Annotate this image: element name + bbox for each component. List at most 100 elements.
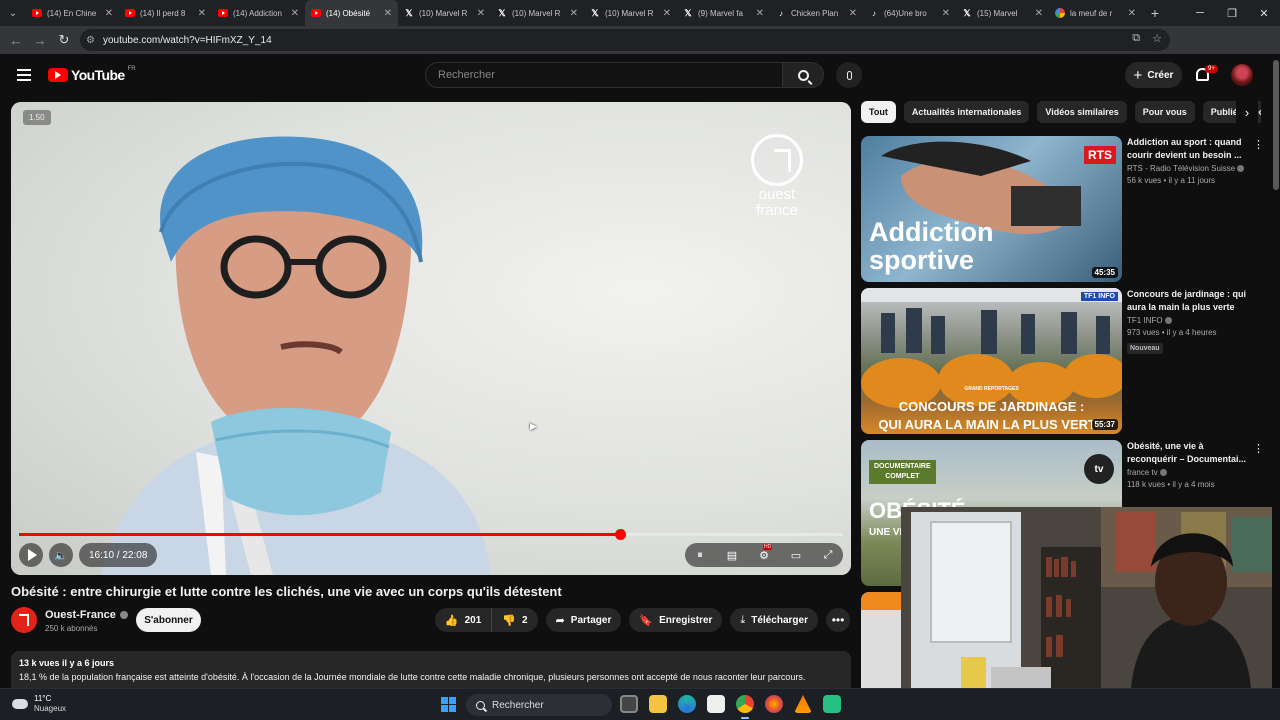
download-icon: ⤓: [740, 613, 746, 626]
scrubber-handle[interactable]: [614, 529, 626, 540]
weather-widget[interactable]: 11°C Nuageux: [12, 694, 66, 714]
tab-close-icon[interactable]: ✕: [1128, 8, 1136, 19]
video-player[interactable]: 1.50 ouest france 🔈 16:10 / 22:08 ⏸ ▤ ⚙ …: [11, 102, 851, 575]
more-options-icon[interactable]: ⋮: [1253, 442, 1264, 455]
tab-search-icon[interactable]: ⌄: [0, 0, 26, 26]
voice-search-button[interactable]: [836, 62, 862, 88]
bookmark-icon: 🔖: [639, 614, 654, 627]
task-view-icon[interactable]: [620, 695, 638, 713]
create-button[interactable]: + Créer: [1125, 62, 1182, 88]
more-actions-button[interactable]: •••: [826, 608, 850, 632]
recommendation-channel[interactable]: RTS - Radio Télévision Suisse: [1127, 164, 1249, 173]
file-explorer-icon[interactable]: [649, 695, 667, 713]
dislike-button[interactable]: 👎 2: [492, 608, 538, 632]
recommendation-item[interactable]: TF1 INFO GRAND REPORTAGES CONCOURS DE JA…: [861, 288, 1261, 434]
video-thumbnail-partial[interactable]: [861, 592, 901, 688]
more-options-icon[interactable]: ⋮: [1253, 138, 1264, 151]
close-window-button[interactable]: ✕: [1248, 0, 1280, 26]
tab-close-icon[interactable]: ✕: [384, 8, 392, 19]
tab-close-icon[interactable]: ✕: [477, 8, 485, 19]
download-button[interactable]: ⤓ Télécharger: [730, 608, 818, 632]
autoplay-toggle-icon[interactable]: ⏸: [691, 549, 709, 562]
tab-close-icon[interactable]: ✕: [1035, 8, 1043, 19]
menu-icon[interactable]: [17, 69, 31, 81]
browser-tab[interactable]: la meuf de r ✕: [1049, 0, 1142, 26]
browser-tab[interactable]: (14) Addiction ✕: [212, 0, 305, 26]
browser-tab[interactable]: ♪ Chicken Plan ✕: [770, 0, 863, 26]
tab-close-icon[interactable]: ✕: [198, 8, 206, 19]
browser-tab[interactable]: (14) En Chine ✕: [26, 0, 119, 26]
app-icon-green[interactable]: [823, 695, 841, 713]
browser-tab[interactable]: 𝕏 (10) Marvel R ✕: [398, 0, 491, 26]
settings-gear-icon[interactable]: ⚙: [755, 543, 773, 562]
minimize-button[interactable]: ─: [1184, 0, 1216, 26]
tab-title: (14) Obésité: [326, 8, 371, 18]
browser-tab[interactable]: 𝕏 (9) Marvel fa ✕: [677, 0, 770, 26]
browser-tab[interactable]: (14) Obésité ✕: [305, 0, 398, 26]
browser-tab[interactable]: 𝕏 (10) Marvel R ✕: [491, 0, 584, 26]
tab-close-icon[interactable]: ✕: [570, 8, 578, 19]
tab-close-icon[interactable]: ✕: [756, 8, 764, 19]
install-app-icon[interactable]: ⧉: [1132, 32, 1140, 45]
page-scrollbar[interactable]: [1272, 54, 1280, 688]
x-icon: 𝕏: [684, 7, 692, 18]
description-box[interactable]: 13 k vues il y a 6 jours 18,1 % de la po…: [11, 651, 851, 688]
playback-speed-badge: 1.50: [23, 110, 51, 125]
browser-tab[interactable]: (14) Il perd 8 ✕: [119, 0, 212, 26]
filter-chip[interactable]: Pour vous: [1134, 101, 1195, 123]
tab-close-icon[interactable]: ✕: [291, 8, 299, 19]
theater-mode-icon[interactable]: ▭: [787, 549, 805, 562]
video-thumbnail[interactable]: RTS Addiction sportive 45:35: [861, 136, 1122, 282]
search-input[interactable]: Rechercher: [425, 62, 783, 88]
subtitles-icon[interactable]: ▤: [723, 549, 741, 562]
search-icon: [476, 700, 485, 710]
youtube-logo[interactable]: YouTube FR: [48, 66, 136, 83]
recommendation-item[interactable]: RTS Addiction sportive 45:35 Addiction a…: [861, 136, 1264, 282]
filter-chip[interactable]: Tout: [861, 101, 896, 123]
account-avatar[interactable]: [1231, 64, 1253, 86]
store-icon[interactable]: [707, 695, 725, 713]
progress-bar[interactable]: [19, 529, 843, 540]
recommendation-channel[interactable]: france tv: [1127, 468, 1249, 477]
video-thumbnail[interactable]: TF1 INFO GRAND REPORTAGES CONCOURS DE JA…: [861, 288, 1122, 434]
taskbar-search[interactable]: Rechercher: [466, 694, 612, 716]
address-bar[interactable]: ⚙ youtube.com/watch?v=HIFmXZ_Y_14 ⧉ ☆: [80, 29, 1170, 51]
fullscreen-icon[interactable]: ⤢: [819, 549, 837, 562]
windows-start-icon[interactable]: [441, 697, 456, 712]
recommendation-title[interactable]: Concours de jardinage : qui aura la main…: [1127, 288, 1249, 314]
browser-tab[interactable]: 𝕏 (10) Marvel R ✕: [584, 0, 677, 26]
recommendation-title[interactable]: Obésité, une vie à reconquérir – Documen…: [1127, 440, 1249, 466]
filter-chip[interactable]: Actualités internationales: [903, 101, 1030, 123]
channel-name[interactable]: Ouest-France: [45, 609, 128, 621]
back-button[interactable]: ←: [4, 28, 28, 52]
browser-tab[interactable]: ♪ (64)Une bro ✕: [863, 0, 956, 26]
recommendation-title[interactable]: Addiction au sport : quand courir devien…: [1127, 136, 1249, 162]
maximize-button[interactable]: ❐: [1216, 0, 1248, 26]
tab-close-icon[interactable]: ✕: [849, 8, 857, 19]
like-button[interactable]: 👍 201: [434, 608, 493, 632]
edge-icon[interactable]: [678, 695, 696, 713]
chevron-right-icon[interactable]: ›: [1236, 101, 1258, 123]
firefox-icon[interactable]: [765, 695, 783, 713]
vlc-icon[interactable]: [794, 695, 812, 713]
tab-close-icon[interactable]: ✕: [942, 8, 950, 19]
chrome-icon[interactable]: [736, 695, 754, 719]
subscribe-button[interactable]: S'abonner: [136, 608, 201, 632]
recommendation-channel[interactable]: TF1 INFO: [1127, 316, 1249, 325]
filter-chip[interactable]: Vidéos similaires: [1037, 101, 1127, 123]
browser-toolbar: ← → ↻ ⚙ youtube.com/watch?v=HIFmXZ_Y_14 …: [0, 26, 1280, 73]
share-button[interactable]: ➦ Partager: [545, 608, 622, 632]
bookmark-star-icon[interactable]: ☆: [1152, 32, 1162, 45]
play-button[interactable]: [19, 543, 43, 567]
browser-tab[interactable]: 𝕏 (15) Marvel ✕: [956, 0, 1049, 26]
tab-close-icon[interactable]: ✕: [105, 8, 113, 19]
forward-button[interactable]: →: [28, 28, 52, 52]
new-tab-button[interactable]: +: [1142, 5, 1168, 21]
tab-close-icon[interactable]: ✕: [663, 8, 671, 19]
search-button[interactable]: [782, 62, 824, 88]
site-info-icon[interactable]: ⚙: [86, 35, 95, 46]
save-button[interactable]: 🔖 Enregistrer: [629, 608, 723, 632]
volume-button[interactable]: 🔈: [49, 543, 73, 567]
reload-button[interactable]: ↻: [52, 28, 76, 52]
channel-avatar[interactable]: [11, 607, 37, 633]
